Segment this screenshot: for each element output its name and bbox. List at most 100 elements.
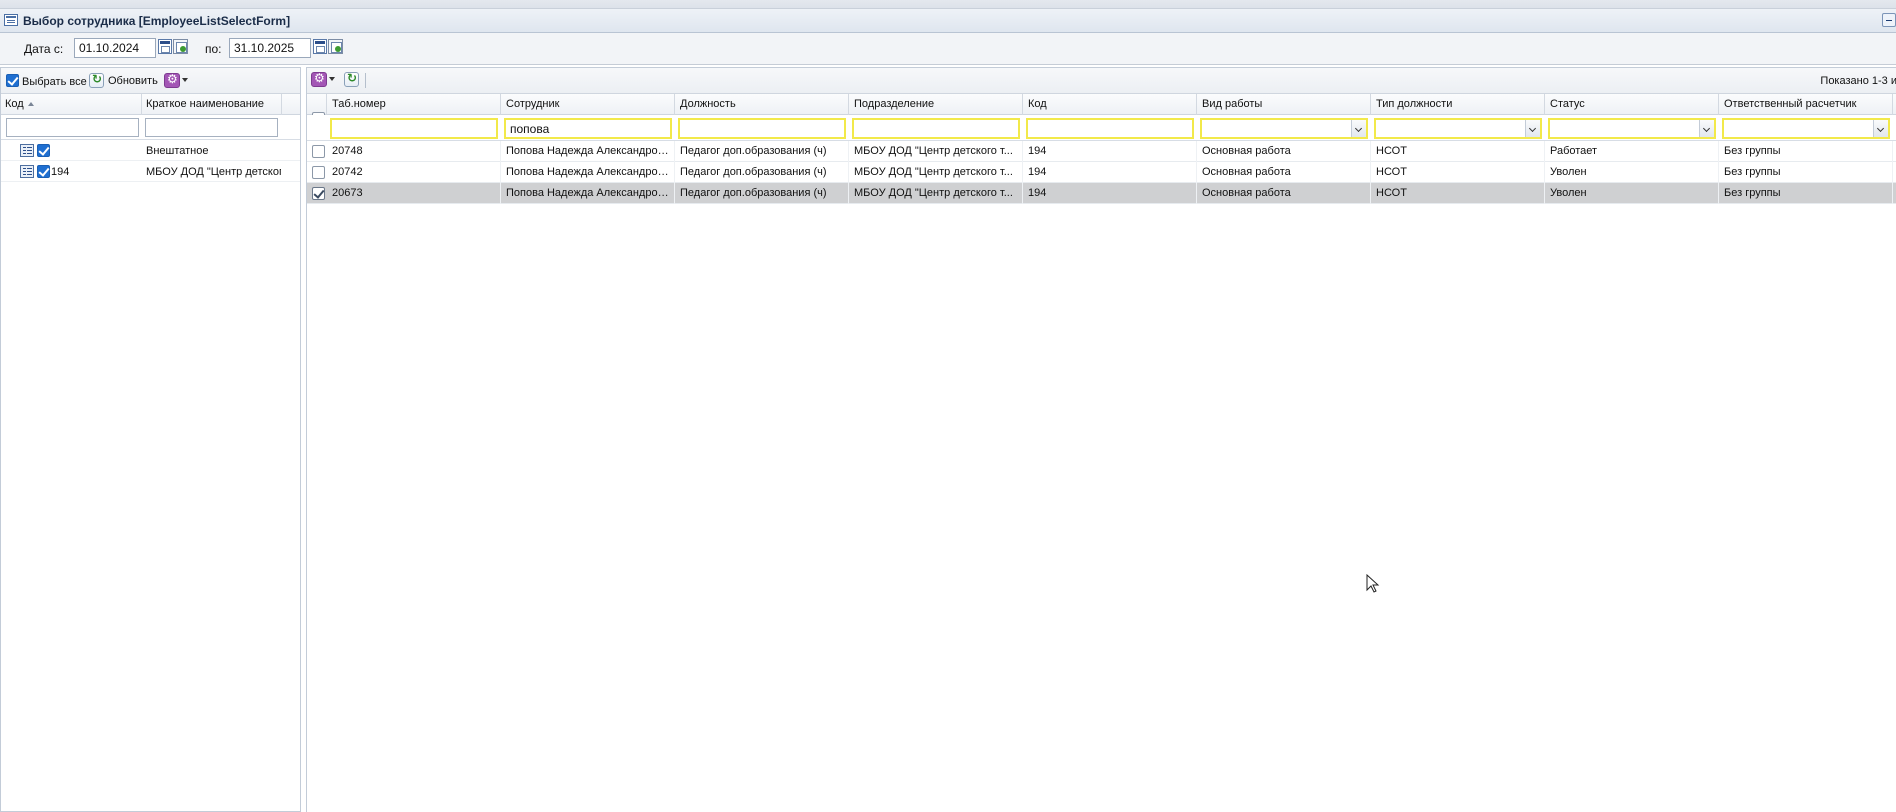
work-type-filter-select[interactable]: [1200, 118, 1368, 139]
cell-payroll-officer: Без группы: [1719, 141, 1893, 162]
column-header-work-type[interactable]: Вид работы: [1197, 94, 1371, 115]
cell-payroll-officer: Без группы: [1719, 183, 1893, 204]
refresh-icon[interactable]: [344, 71, 359, 87]
column-header-payroll-officer[interactable]: Ответственный расчетчик: [1719, 94, 1893, 115]
grid-filter-row: [307, 115, 1896, 141]
chevron-down-icon[interactable]: [1525, 120, 1540, 137]
paging-info: Показано 1-3 и: [1820, 75, 1896, 87]
cell-tab-number: 20748: [327, 141, 501, 162]
table-row[interactable]: 20742 Попова Надежда Александров... Педа…: [307, 162, 1896, 183]
row-checkbox[interactable]: [312, 166, 325, 179]
employees-panel: Показано 1-3 и Таб.номер Сотрудник Должн…: [306, 67, 1896, 812]
cell-code: 194: [1023, 183, 1197, 204]
row-checkbox[interactable]: [312, 187, 325, 200]
date-filter-bar: Дата с: по:: [0, 33, 1896, 65]
cell-position: Педагог доп.образования (ч): [675, 162, 849, 183]
sort-asc-icon: [27, 102, 34, 107]
dept-name: Внештатное: [146, 145, 209, 157]
settings-menu-button[interactable]: [311, 71, 337, 88]
grid-header: Таб.номер Сотрудник Должность Подразделе…: [307, 94, 1896, 115]
employee-filter-input[interactable]: [504, 118, 672, 139]
cell-position-type: НСОТ: [1371, 162, 1545, 183]
position-filter-input[interactable]: [678, 118, 846, 139]
code-filter-input[interactable]: [1026, 118, 1194, 139]
table-row[interactable]: 20748 Попова Надежда Александров... Педа…: [307, 141, 1896, 162]
cell-tab-number: 20673: [327, 183, 501, 204]
select-all-checkbox[interactable]: [6, 74, 19, 87]
calendar-icon[interactable]: [158, 39, 172, 54]
refresh-button[interactable]: Обновить: [108, 75, 158, 87]
column-header-short-name[interactable]: Краткое наименование: [142, 94, 282, 115]
departments-panel: Выбрать все Обновить Код Краткое наимено…: [0, 67, 301, 812]
settings-menu-button[interactable]: [164, 72, 190, 89]
department-filter-input[interactable]: [852, 118, 1020, 139]
column-header-code[interactable]: Код: [1023, 94, 1197, 115]
column-header-status[interactable]: Статус: [1545, 94, 1719, 115]
cell-work-type: Основная работа: [1197, 141, 1371, 162]
cell-position: Педагог доп.образования (ч): [675, 183, 849, 204]
window-title: Выбор сотрудника [EmployeeListSelectForm…: [23, 14, 291, 28]
left-grid-header: Код Краткое наименование: [1, 94, 300, 115]
cell-payroll-officer: Без группы: [1719, 162, 1893, 183]
dropdown-arrow-icon: [182, 78, 188, 82]
position-type-filter-select[interactable]: [1374, 118, 1542, 139]
date-to-label: по:: [205, 42, 222, 56]
dropdown-arrow-icon: [329, 77, 335, 81]
date-from-input[interactable]: [74, 38, 156, 58]
top-strip: [0, 0, 1896, 9]
minimize-icon[interactable]: [1882, 13, 1896, 27]
name-filter-input[interactable]: [145, 118, 278, 137]
date-to-input[interactable]: [229, 38, 311, 58]
tab-number-filter-input[interactable]: [330, 118, 498, 139]
column-header-department[interactable]: Подразделение: [849, 94, 1023, 115]
column-header-employee[interactable]: Сотрудник: [501, 94, 675, 115]
chevron-down-icon[interactable]: [1699, 120, 1714, 137]
select-all-label[interactable]: Выбрать все: [22, 76, 87, 88]
column-header-position[interactable]: Должность: [675, 94, 849, 115]
dept-code: 194: [51, 166, 70, 178]
list-item[interactable]: 194 МБОУ ДОД "Центр детског: [1, 161, 300, 182]
cell-status: Уволен: [1545, 183, 1719, 204]
cell-position: Педагог доп.образования (ч): [675, 141, 849, 162]
payroll-officer-filter-select[interactable]: [1722, 118, 1890, 139]
cell-code: 194: [1023, 162, 1197, 183]
left-filter-row: [1, 115, 300, 140]
cell-employee: Попова Надежда Александров...: [501, 141, 675, 162]
column-header-tab-number[interactable]: Таб.номер: [327, 94, 501, 115]
date-from-label: Дата с:: [24, 42, 64, 56]
right-toolbar: Показано 1-3 и: [307, 68, 1896, 94]
cell-status: Работает: [1545, 141, 1719, 162]
status-filter-select[interactable]: [1548, 118, 1716, 139]
department-icon: [20, 165, 34, 178]
calendar-icon[interactable]: [313, 39, 327, 54]
form-icon: [4, 14, 18, 26]
cell-employee: Попова Надежда Александров...: [501, 162, 675, 183]
gear-icon: [311, 71, 327, 87]
clear-date-icon[interactable]: [328, 39, 343, 54]
table-row[interactable]: 20673 Попова Надежда Александров... Педа…: [307, 183, 1896, 204]
column-header-code[interactable]: Код: [1, 94, 142, 115]
list-item[interactable]: Внештатное: [1, 140, 300, 161]
column-header-position-type[interactable]: Тип должности: [1371, 94, 1545, 115]
row-checkbox[interactable]: [37, 144, 50, 157]
window-titlebar: Выбор сотрудника [EmployeeListSelectForm…: [0, 9, 1896, 33]
cell-tab-number: 20742: [327, 162, 501, 183]
cell-department: МБОУ ДОД "Центр детского т...: [849, 141, 1023, 162]
code-filter-input[interactable]: [6, 118, 139, 137]
row-checkbox[interactable]: [312, 145, 325, 158]
cell-work-type: Основная работа: [1197, 162, 1371, 183]
chevron-down-icon[interactable]: [1873, 120, 1888, 137]
chevron-down-icon[interactable]: [1351, 120, 1366, 137]
department-icon: [20, 144, 34, 157]
dept-name: МБОУ ДОД "Центр детског: [146, 166, 281, 178]
row-checkbox[interactable]: [37, 165, 50, 178]
refresh-icon[interactable]: [89, 72, 104, 88]
cell-department: МБОУ ДОД "Центр детского т...: [849, 183, 1023, 204]
left-toolbar: Выбрать все Обновить: [1, 68, 300, 94]
cell-position-type: НСОТ: [1371, 141, 1545, 162]
cell-department: МБОУ ДОД "Центр детского т...: [849, 162, 1023, 183]
clear-date-icon[interactable]: [173, 39, 188, 54]
toolbar-separator: [365, 73, 366, 88]
cell-code: 194: [1023, 141, 1197, 162]
cell-position-type: НСОТ: [1371, 183, 1545, 204]
